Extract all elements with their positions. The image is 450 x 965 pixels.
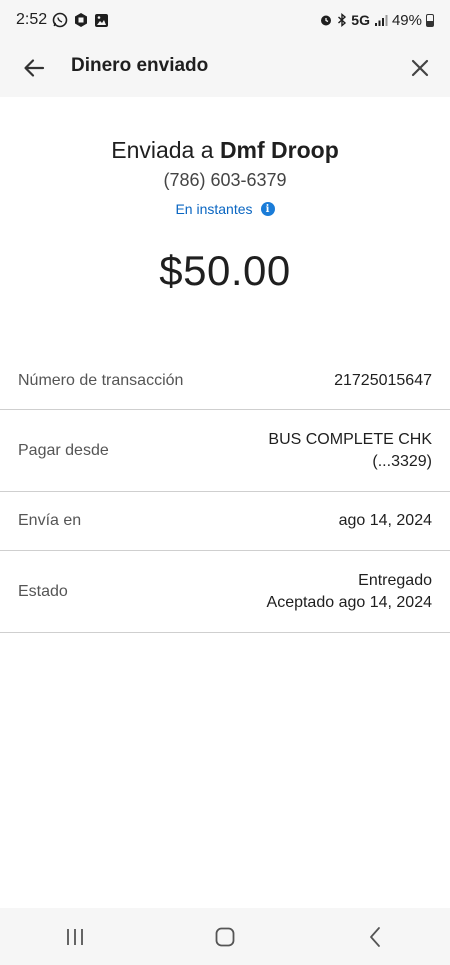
status-text: Entregado [358, 571, 432, 589]
transfer-details: Número de transacción 21725015647 Pagar … [0, 352, 450, 633]
status-right: 5G 49% [319, 12, 434, 29]
detail-value: Entregado Aceptado ago 14, 2024 [267, 570, 432, 614]
recipient-phone: (786) 603-6379 [163, 170, 287, 190]
detail-row-transaction: Número de transacción 21725015647 [0, 352, 450, 410]
back-button[interactable] [18, 52, 50, 84]
chevron-left-icon [370, 926, 380, 947]
system-nav-bar [0, 908, 450, 965]
nav-back-button[interactable] [345, 917, 405, 957]
detail-label: Número de transacción [18, 371, 184, 389]
home-button[interactable] [195, 917, 255, 957]
detail-label: Envía en [18, 512, 82, 529]
close-button[interactable] [404, 52, 436, 84]
account-mask: (...3329) [372, 452, 432, 470]
detail-row-send-on: Envía en ago 14, 2024 [0, 492, 450, 551]
home-icon [215, 927, 235, 946]
signal-icon [374, 13, 388, 27]
whatsapp-icon [52, 12, 68, 28]
detail-label: Pagar desde [18, 441, 109, 459]
recents-icon [67, 928, 83, 945]
detail-value: ago 14, 2024 [338, 512, 432, 529]
status-accepted: Aceptado ago 14, 2024 [266, 593, 432, 611]
bank-app-icon [73, 12, 89, 28]
detail-row-status: Estado Entregado Aceptado ago 14, 2024 [0, 551, 450, 633]
recipient-name: Dmf Droop [219, 137, 339, 163]
status-time: 2:52 [16, 11, 48, 28]
transfer-summary: Enviada a Dmf Droop (786) 603-6379 En in… [0, 97, 450, 352]
app-header: Dinero enviado [0, 40, 450, 97]
detail-value: 21725015647 [334, 371, 432, 389]
page-title: Dinero enviado [71, 55, 209, 76]
recents-button[interactable] [45, 917, 105, 957]
gallery-icon [94, 13, 109, 28]
detail-label: Estado [18, 582, 68, 600]
arrow-left-icon [24, 59, 45, 77]
delivery-speed-label: En instantes [175, 201, 253, 217]
delivery-speed: En instantes i [0, 201, 450, 217]
close-icon [411, 59, 429, 77]
sent-to-line: Enviada a Dmf Droop [0, 137, 450, 164]
detail-row-pay-from: Pagar desde BUS COMPLETE CHK (...3329) [0, 410, 450, 492]
status-bar: 2:52 5G 49% [0, 0, 450, 40]
battery-percent: 49% [391, 11, 422, 29]
info-icon[interactable]: i [260, 202, 275, 216]
battery-icon [426, 13, 434, 27]
network-type: 5G [351, 12, 370, 28]
alarm-icon [319, 13, 333, 27]
status-left: 2:52 [16, 11, 109, 29]
detail-value: BUS COMPLETE CHK (...3329) [268, 429, 432, 473]
account-name: BUS COMPLETE CHK [268, 430, 432, 448]
screen: 2:52 5G 49% Dinero enviado Enviada a Dmf… [0, 0, 450, 965]
bluetooth-icon [337, 13, 347, 27]
transfer-amount: $50.00 [159, 247, 291, 294]
sent-to-prefix: Enviada a [111, 137, 214, 163]
